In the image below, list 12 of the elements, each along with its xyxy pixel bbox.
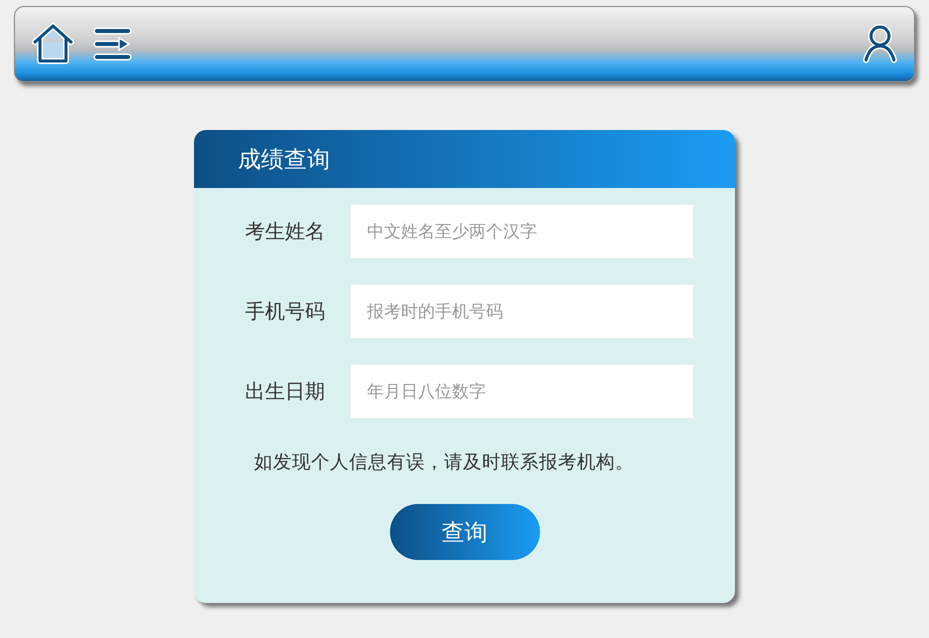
home-icon[interactable]	[31, 23, 75, 65]
field-label: 出生日期	[244, 378, 326, 405]
menu-icon[interactable]	[93, 26, 133, 62]
input-field[interactable]: 中文姓名至少两个汉字	[350, 204, 694, 259]
field-label: 手机号码	[244, 298, 326, 325]
card-title: 成绩查询	[238, 146, 330, 174]
user-icon[interactable]	[862, 24, 898, 64]
query-button[interactable]: 查询	[390, 504, 540, 560]
notice-text: 如发现个人信息有误，请及时联系报考机构。	[254, 451, 635, 474]
field-label: 考生姓名	[244, 218, 326, 245]
input-field[interactable]: 年月日八位数字	[350, 364, 694, 419]
input-field[interactable]: 报考时的手机号码	[350, 284, 694, 339]
